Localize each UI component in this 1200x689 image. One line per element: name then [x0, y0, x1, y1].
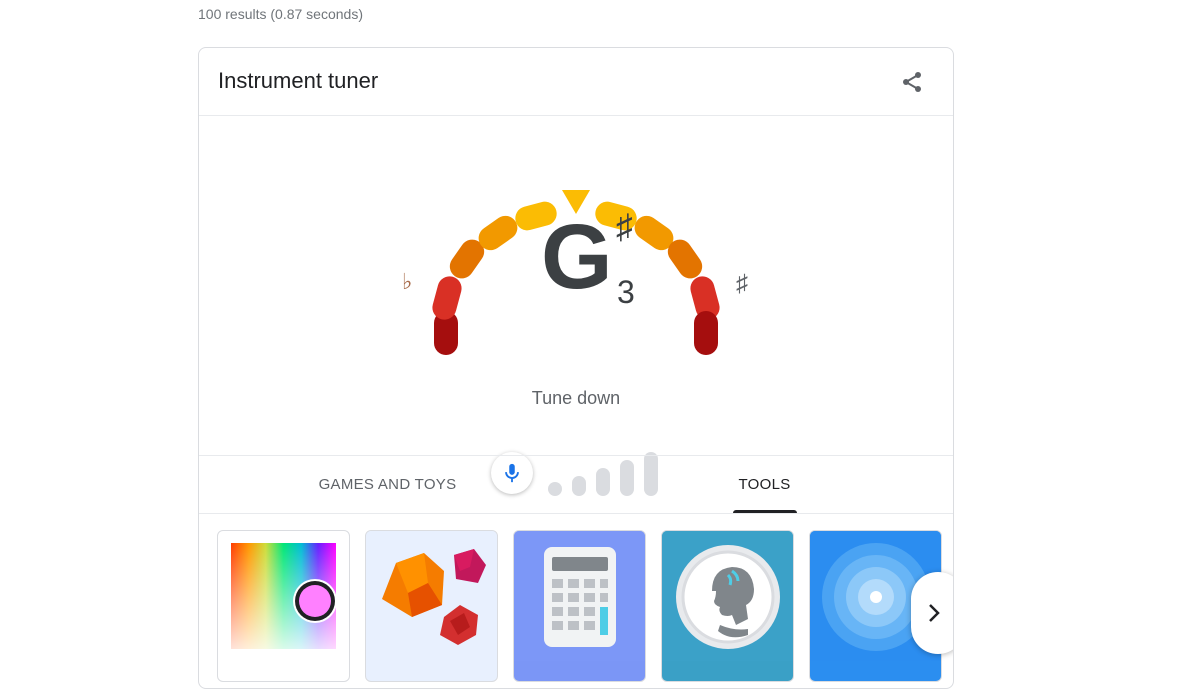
active-tab-indicator	[732, 510, 797, 513]
color-picker-icon	[231, 543, 337, 649]
tab-label: TOOLS	[738, 476, 791, 493]
tab-label: GAMES AND TOYS	[318, 476, 457, 493]
gauge-segment-left-4	[432, 276, 462, 320]
flat-symbol: ♭	[402, 270, 413, 295]
calculator-tile[interactable]	[513, 530, 646, 682]
note-octave: 3	[617, 274, 635, 310]
coin-flip-tile[interactable]	[661, 530, 794, 682]
coin-icon	[662, 531, 793, 661]
card-title: Instrument tuner	[218, 68, 379, 93]
share-button[interactable]	[892, 62, 932, 102]
tuner-panel: ♭ G ♯ 3 ♯ Tune down	[199, 116, 953, 496]
sharp-symbol: ♯	[736, 270, 748, 297]
note-accidental: ♯	[616, 208, 633, 246]
card-header: Instrument tuner	[199, 48, 953, 116]
instrument-tuner-card: Instrument tuner ♭ G ♯ 3 ♯ Tune down GAM…	[198, 47, 954, 689]
results-stats: 100 results (0.87 seconds)	[198, 6, 363, 22]
carousel-next-button[interactable]	[911, 572, 953, 654]
detected-note: G	[541, 206, 613, 308]
chevron-right-icon	[929, 604, 940, 622]
calculator-icon	[514, 531, 645, 661]
tuning-instruction: Tune down	[531, 388, 621, 408]
dice-roller-tile[interactable]	[365, 530, 498, 682]
tab-games-and-toys[interactable]: GAMES AND TOYS	[199, 456, 576, 513]
tools-carousel	[199, 530, 953, 688]
gauge-segment-right-5	[694, 311, 718, 355]
tab-tools[interactable]: TOOLS	[576, 456, 953, 513]
share-icon	[903, 72, 921, 92]
color-picker-tile[interactable]	[217, 530, 350, 682]
dice-icon	[366, 531, 497, 661]
category-tabs: GAMES AND TOYS TOOLS	[199, 455, 953, 514]
